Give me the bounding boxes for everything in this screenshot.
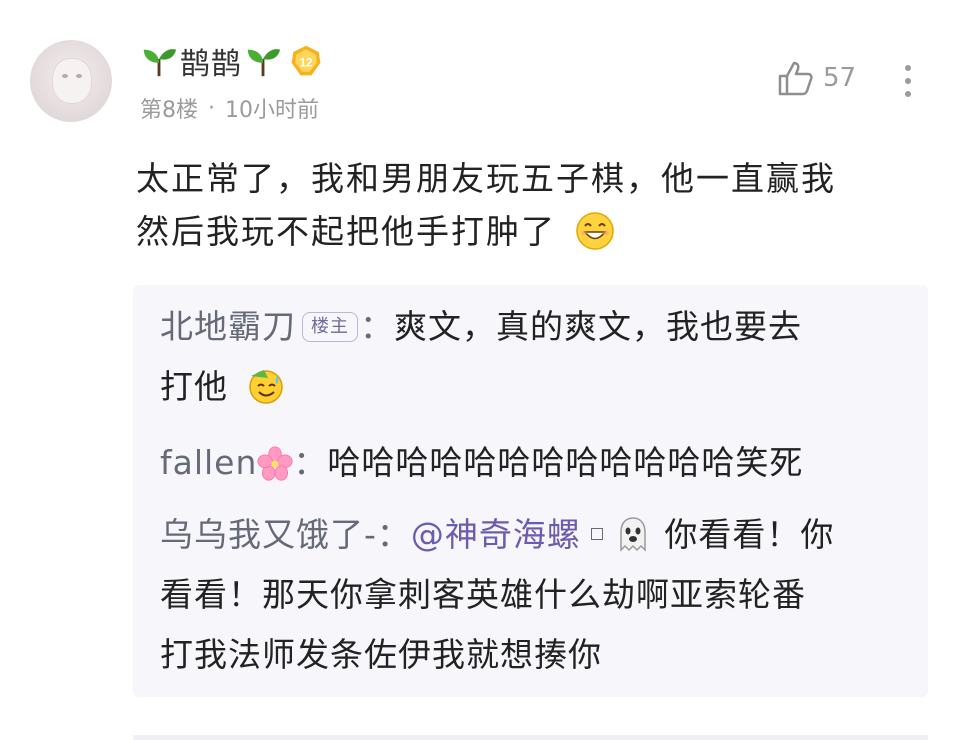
more-icon[interactable] xyxy=(900,64,916,98)
level-badge-icon: 12 xyxy=(291,45,321,76)
post-meta: 第8楼 · 10小时前 xyxy=(140,92,319,124)
reply-line: 打我法师发条佐伊我就想揍你 xyxy=(160,635,602,674)
comment-line-2-text: 然后我玩不起把他手打肿了 xyxy=(136,212,556,251)
user-row: 鹊鹊 12 xyxy=(140,40,324,82)
ghost-icon xyxy=(620,517,646,552)
floor-number: 第8楼 xyxy=(140,98,198,123)
comment-body: 太正常了，我和男朋友玩五子棋，他一直赢我 然后我玩不起把他手打肿了 xyxy=(136,152,936,258)
reply-text: 哈哈哈哈哈哈哈哈哈哈哈哈笑死 xyxy=(327,443,804,482)
reply-author[interactable]: 乌乌我又饿了- xyxy=(160,515,377,554)
reply-line: 打他 xyxy=(160,357,910,417)
reply-colon: ： xyxy=(293,443,328,482)
reply-author[interactable]: fallen xyxy=(160,443,257,482)
reply-colon: ： xyxy=(376,515,411,554)
cherry-blossom-icon xyxy=(257,446,293,481)
grin-emoji-icon xyxy=(575,212,614,250)
reply-text: 你看看！你 xyxy=(652,515,835,554)
comment-screen: 鹊鹊 12 第8楼 · 10小时前 57 太正常了，我和男朋友玩五子棋，他一直赢… xyxy=(0,0,959,740)
sprout-icon xyxy=(143,49,177,77)
reply-item[interactable]: fallen ：哈哈哈哈哈哈哈哈哈哈哈哈笑死 xyxy=(160,433,910,493)
level-number: 12 xyxy=(299,56,313,69)
reply-line: 看看！那天你拿刺客英雄什么劫啊亚索轮番 xyxy=(160,575,806,614)
sweat-smile-emoji-icon xyxy=(248,370,283,404)
reply-panel[interactable]: 北地霸刀 楼主 ：爽文，真的爽文，我也要去 打他 fallen ：哈哈哈哈哈哈哈… xyxy=(133,285,928,697)
like-count: 57 xyxy=(823,63,857,93)
reply-author[interactable]: 北地霸刀 xyxy=(160,307,296,346)
avatar-eye-left xyxy=(62,74,68,78)
reply-line: fallen ：哈哈哈哈哈哈哈哈哈哈哈哈笑死 xyxy=(160,433,910,493)
comment-line-2: 然后我玩不起把他手打肿了 xyxy=(136,205,936,258)
reply-text: 打他 xyxy=(160,367,228,406)
reply-text: 爽文，真的爽文，我也要去 xyxy=(394,307,802,346)
reply-item[interactable]: 乌乌我又饿了-：@神奇海螺 你看看！你 看看！那天你拿刺客英雄什么劫啊亚索轮番 … xyxy=(160,505,910,685)
sprout-icon xyxy=(247,49,281,77)
meta-separator: · xyxy=(208,95,215,121)
avatar-face xyxy=(52,58,92,104)
reply-line: 乌乌我又饿了-：@神奇海螺 你看看！你 xyxy=(160,505,910,565)
small-square-icon xyxy=(590,528,603,540)
divider xyxy=(133,735,928,740)
reply-item[interactable]: 北地霸刀 楼主 ：爽文，真的爽文，我也要去 打他 xyxy=(160,297,910,417)
owner-badge: 楼主 xyxy=(302,312,358,342)
reply-mention[interactable]: @神奇海螺 xyxy=(411,515,581,554)
post-time: 10小时前 xyxy=(225,98,319,123)
reply-line: 北地霸刀 楼主 ：爽文，真的爽文，我也要去 xyxy=(160,297,910,357)
avatar[interactable] xyxy=(30,40,112,122)
reply-colon: ： xyxy=(360,307,394,346)
comment-line-1: 太正常了，我和男朋友玩五子棋，他一直赢我 xyxy=(136,159,836,198)
avatar-eye-right xyxy=(76,74,82,78)
thumbs-up-icon xyxy=(778,61,813,96)
username[interactable]: 鹊鹊 xyxy=(180,39,242,83)
like-button[interactable]: 57 xyxy=(775,58,856,98)
